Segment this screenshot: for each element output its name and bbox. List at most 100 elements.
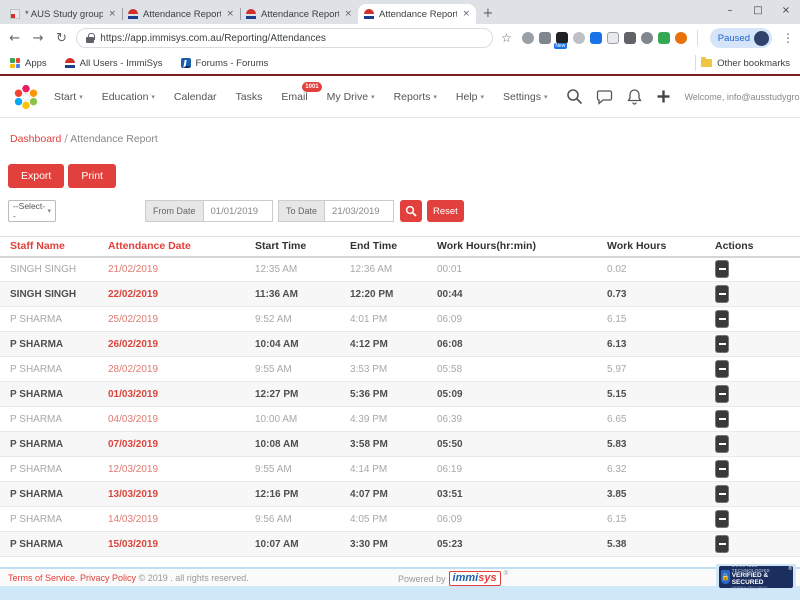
extension-icon[interactable]	[658, 32, 670, 44]
nav-item-reports[interactable]: Reports ▾	[394, 91, 437, 103]
bookmark-all-users[interactable]: All Users - ImmiSys	[65, 58, 163, 69]
start-time-cell: 12:27 PM	[255, 382, 350, 407]
plus-icon[interactable]	[656, 89, 671, 104]
other-bookmarks[interactable]: Other bookmarks	[691, 55, 790, 71]
reload-icon[interactable]: ↻	[53, 31, 70, 46]
welcome-user-menu[interactable]: Welcome, info@ausstudygroup.com.au ▾	[684, 92, 800, 102]
forward-icon[interactable]: →	[29, 31, 46, 46]
bookmarks-divider	[695, 55, 696, 71]
extension-icon[interactable]	[590, 32, 602, 44]
row-action-button[interactable]	[715, 435, 729, 453]
breadcrumb-dashboard-link[interactable]: Dashboard	[10, 133, 61, 145]
extension-icon[interactable]	[573, 32, 585, 44]
browser-tab[interactable]: * AUS Study group reporting tha ×	[4, 4, 122, 24]
breadcrumb-separator: /	[64, 133, 68, 145]
to-date-input[interactable]	[324, 200, 394, 222]
privacy-policy-link[interactable]: Privacy Policy	[80, 573, 136, 583]
minimize-icon[interactable]: –	[716, 0, 744, 24]
row-action-button[interactable]	[715, 335, 729, 353]
extension-icon[interactable]	[675, 32, 687, 44]
from-date-input[interactable]	[203, 200, 273, 222]
url-text[interactable]: https://app.immisys.com.au/Reporting/Att…	[100, 33, 326, 44]
nav-item-email[interactable]: Email 1001	[281, 91, 307, 103]
work-hours-cell: 5.38	[607, 532, 715, 557]
nav-right-icons: Welcome, info@ausstudygroup.com.au ▾	[566, 88, 800, 105]
search-button[interactable]	[400, 200, 422, 222]
extension-icon[interactable]: New	[556, 32, 568, 44]
column-header-work-hours-hm[interactable]: Work Hours(hr:min)	[437, 237, 607, 257]
extension-icon[interactable]	[624, 32, 636, 44]
column-header-staff-name[interactable]: Staff Name	[0, 237, 108, 257]
maximize-icon[interactable]: □	[744, 0, 772, 24]
work-hours-hm-cell: 06:09	[437, 307, 607, 332]
browser-menu-icon[interactable]: ⋮	[782, 31, 794, 45]
immisys-favicon-icon	[246, 9, 256, 19]
extension-icon[interactable]	[522, 32, 534, 44]
browser-tab[interactable]: Attendance Report - ImmiSys ×	[240, 4, 358, 24]
extension-icon[interactable]	[641, 32, 653, 44]
extension-icon[interactable]	[539, 32, 551, 44]
row-action-button[interactable]	[715, 460, 729, 478]
work-hours-hm-cell: 00:44	[437, 282, 607, 307]
row-action-button[interactable]	[715, 510, 729, 528]
staff-select-dropdown[interactable]: --Select-- ▾	[8, 200, 56, 222]
address-bar[interactable]: https://app.immisys.com.au/Reporting/Att…	[76, 28, 493, 48]
bookmark-forums[interactable]: Forums - Forums	[181, 58, 269, 69]
row-action-button[interactable]	[715, 310, 729, 328]
folder-icon	[701, 59, 712, 67]
end-time-cell: 3:30 PM	[350, 532, 437, 557]
page-favicon-icon	[10, 9, 20, 19]
column-header-work-hours[interactable]: Work Hours	[607, 237, 715, 257]
browser-tab[interactable]: Attendance Report - ImmiSys ×	[122, 4, 240, 24]
start-time-cell: 10:00 AM	[255, 407, 350, 432]
to-date-group: To Date	[278, 200, 394, 222]
export-button[interactable]: Export	[8, 164, 64, 188]
column-header-end-time[interactable]: End Time	[350, 237, 437, 257]
tab-close-icon[interactable]: ×	[344, 9, 352, 19]
bookmarks-bar: Apps All Users - ImmiSys Forums - Forums…	[0, 52, 800, 74]
nav-item-my-drive[interactable]: My Drive ▾	[327, 91, 375, 103]
new-tab-button[interactable]: +	[476, 4, 500, 24]
nav-item-help[interactable]: Help ▾	[456, 91, 484, 103]
print-button[interactable]: Print	[68, 164, 116, 188]
bookmark-star-icon[interactable]: ☆	[501, 31, 512, 45]
column-header-attendance-date[interactable]: Attendance Date	[108, 237, 255, 257]
work-hours-hm-cell: 06:19	[437, 457, 607, 482]
nav-item-tasks[interactable]: Tasks	[236, 91, 263, 103]
terms-of-service-link[interactable]: Terms of Service.	[8, 573, 78, 583]
extension-icon[interactable]	[607, 32, 619, 44]
row-action-button[interactable]	[715, 410, 729, 428]
powered-by: Powered by immisys ®	[398, 571, 508, 586]
nav-item-start[interactable]: Start ▾	[54, 91, 83, 103]
verified-secured-seal[interactable]: 🔒 STARFIELD TECHNOLOGIES VERIFIED & SECU…	[719, 566, 793, 588]
nav-item-calendar[interactable]: Calendar	[174, 91, 217, 103]
row-action-button[interactable]	[715, 285, 729, 303]
tab-close-icon[interactable]: ×	[108, 9, 116, 19]
reset-button[interactable]: Reset	[427, 200, 464, 222]
nav-item-education[interactable]: Education ▾	[102, 91, 155, 103]
work-hours-cell: 6.65	[607, 407, 715, 432]
row-action-button[interactable]	[715, 385, 729, 403]
staff-name-cell: P SHARMA	[0, 532, 108, 557]
column-header-start-time[interactable]: Start Time	[255, 237, 350, 257]
row-action-button[interactable]	[715, 360, 729, 378]
end-time-cell: 4:39 PM	[350, 407, 437, 432]
tab-close-icon[interactable]: ×	[226, 9, 234, 19]
profile-paused-pill[interactable]: Paused	[710, 28, 772, 48]
row-action-button[interactable]	[715, 260, 729, 278]
back-icon[interactable]: ←	[6, 31, 23, 46]
close-icon[interactable]: ×	[772, 0, 800, 24]
immisys-wordmark[interactable]: immisys	[449, 571, 501, 586]
row-action-button[interactable]	[715, 535, 729, 553]
browser-tab-active[interactable]: Attendance Report - ImmiSys ×	[358, 4, 476, 24]
tab-close-icon[interactable]: ×	[462, 9, 470, 19]
bookmark-apps[interactable]: Apps	[10, 58, 47, 69]
dash-icon	[719, 293, 726, 295]
chat-icon[interactable]	[596, 88, 613, 105]
avatar[interactable]	[754, 31, 769, 46]
start-time-cell: 12:35 AM	[255, 257, 350, 282]
bell-icon[interactable]	[626, 88, 643, 105]
row-action-button[interactable]	[715, 485, 729, 503]
nav-item-settings[interactable]: Settings ▾	[503, 91, 547, 103]
search-icon[interactable]	[566, 88, 583, 105]
